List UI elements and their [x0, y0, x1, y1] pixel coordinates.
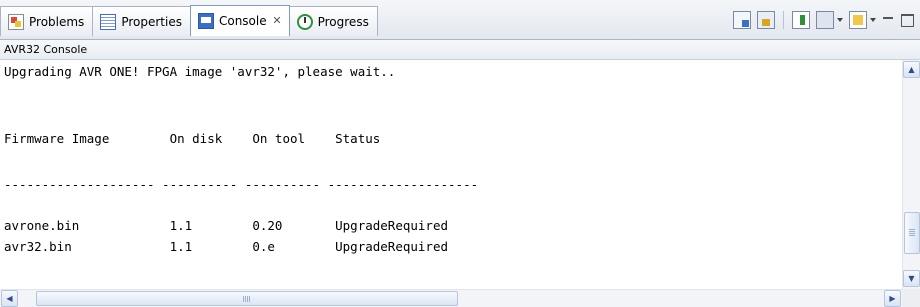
- problems-icon: [8, 13, 24, 30]
- console-toolbar: [733, 10, 914, 30]
- close-icon[interactable]: ✕: [272, 14, 281, 27]
- tab-console-label: Console: [218, 14, 267, 28]
- scroll-down-icon[interactable]: ▼: [903, 270, 920, 287]
- tab-console[interactable]: Console ✕: [189, 5, 290, 36]
- display-console-dropdown-icon[interactable]: [837, 18, 843, 22]
- maximize-icon[interactable]: [901, 13, 914, 27]
- open-console-icon[interactable]: [849, 11, 867, 29]
- console-icon: [197, 13, 214, 29]
- console-output[interactable]: Upgrading AVR ONE! FPGA image 'avr32', p…: [0, 60, 902, 289]
- tab-properties-label: Properties: [121, 14, 182, 29]
- grip-icon: [909, 229, 915, 237]
- display-console-icon[interactable]: [816, 11, 834, 29]
- scroll-lock-icon[interactable]: [757, 11, 775, 29]
- console-line: avrone.bin 1.1 0.20 UpgradeRequired: [4, 218, 449, 233]
- tab-progress-label: Progress: [317, 14, 369, 29]
- properties-icon: [100, 13, 117, 30]
- scroll-right-icon[interactable]: ▶: [884, 290, 901, 307]
- tab-problems-label: Problems: [29, 14, 85, 29]
- horizontal-scroll-thumb[interactable]: [36, 291, 458, 306]
- view-tab-bar: Problems Properties Console ✕ Progress: [0, 0, 920, 40]
- toolbar-separator: [783, 11, 784, 29]
- grip-icon: [243, 295, 251, 302]
- progress-icon: [296, 13, 313, 30]
- tab-problems[interactable]: Problems: [0, 6, 94, 36]
- tab-progress[interactable]: Progress: [288, 6, 378, 36]
- tab-properties[interactable]: Properties: [92, 6, 191, 36]
- tab-strip: Problems Properties Console ✕ Progress: [0, 5, 378, 36]
- scroll-up-icon[interactable]: ▲: [903, 61, 920, 78]
- scrollbar-corner: [902, 289, 920, 307]
- horizontal-scrollbar[interactable]: ◀ ▶: [0, 289, 902, 307]
- console-line: Firmware Image On disk On tool Status: [4, 131, 381, 146]
- vertical-scrollbar[interactable]: ▲ ▼: [902, 60, 920, 289]
- console-line: Upgrading AVR ONE! FPGA image 'avr32', p…: [4, 64, 396, 79]
- console-line: avr32.bin 1.1 0.e UpgradeRequired: [4, 239, 449, 254]
- console-name-label: AVR32 Console: [0, 40, 920, 60]
- clear-console-icon[interactable]: [733, 11, 751, 29]
- vertical-scroll-thumb[interactable]: [904, 212, 920, 254]
- console-line: -------------------- ---------- --------…: [4, 177, 479, 192]
- pin-console-icon[interactable]: [792, 11, 810, 29]
- open-console-dropdown-icon[interactable]: [870, 18, 876, 22]
- scroll-left-icon[interactable]: ◀: [1, 290, 18, 307]
- minimize-icon[interactable]: [882, 14, 895, 27]
